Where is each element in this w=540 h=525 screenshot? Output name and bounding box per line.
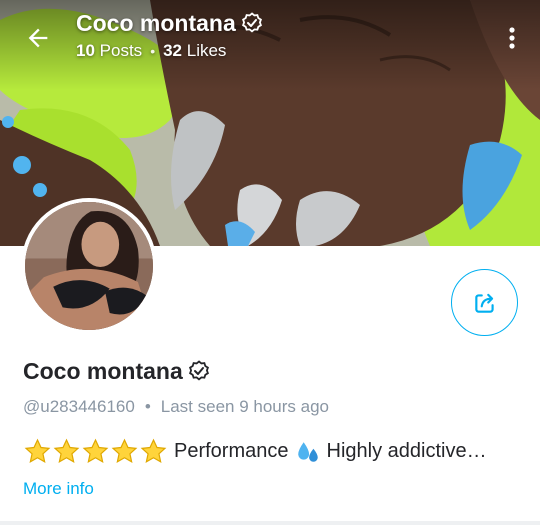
header-name: Coco montana <box>76 10 236 36</box>
profile-meta: @u283446160 • Last seen 9 hours ago <box>23 397 329 417</box>
star-icon <box>140 438 167 463</box>
profile-bio: Performance Highly addictive… <box>23 437 523 466</box>
avatar-image <box>25 202 153 330</box>
more-info-link[interactable]: More info <box>23 479 94 499</box>
more-options-button[interactable] <box>498 18 526 58</box>
more-vertical-icon <box>509 27 515 49</box>
star-icon <box>111 438 138 463</box>
share-button[interactable] <box>451 269 518 336</box>
stat-separator: • <box>150 43 156 59</box>
avatar[interactable] <box>21 198 157 334</box>
star-rating <box>23 437 168 466</box>
sweat-droplets-icon <box>297 441 318 462</box>
section-divider <box>0 521 540 525</box>
likes-stat: 32 Likes <box>163 41 227 60</box>
meta-separator: • <box>144 397 151 416</box>
bio-text-continued: Highly addictive… <box>326 440 487 462</box>
header-title: Coco montana <box>76 10 264 37</box>
verified-badge-icon <box>188 359 209 380</box>
star-icon <box>24 438 51 463</box>
header-stats: 10 Posts • 32 Likes <box>76 41 264 61</box>
username-handle: @u283446160 <box>23 397 135 416</box>
bio-text: Performance <box>174 440 289 462</box>
header-info: Coco montana 10 Posts • 32 Likes <box>76 10 264 61</box>
back-button[interactable] <box>18 18 58 58</box>
verified-badge-icon <box>241 11 262 32</box>
share-icon <box>474 293 494 313</box>
last-seen-status: Last seen 9 hours ago <box>160 397 329 416</box>
profile-name-text: Coco montana <box>23 358 183 384</box>
back-arrow-icon <box>28 28 48 48</box>
star-icon <box>82 438 109 463</box>
profile-name: Coco montana <box>23 358 211 385</box>
posts-stat: 10 Posts <box>76 41 143 60</box>
star-icon <box>53 438 80 463</box>
